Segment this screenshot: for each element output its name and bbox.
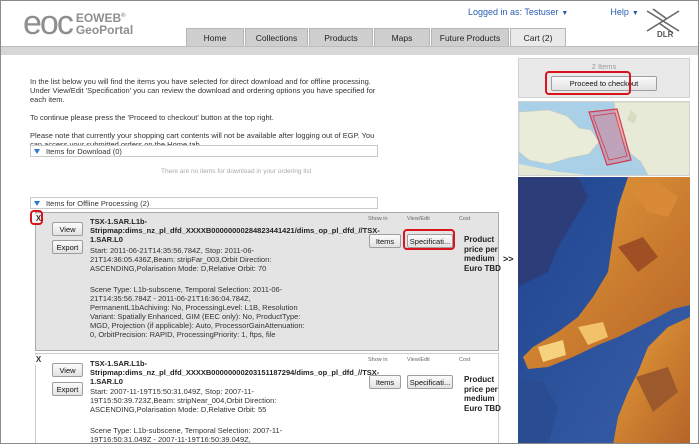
col-view-edit: View/Edit — [407, 357, 430, 363]
items-button[interactable]: Items — [369, 375, 401, 389]
intro-p1: In the list below you will find the item… — [30, 77, 376, 104]
items-button[interactable]: Items — [369, 234, 401, 248]
header-divider — [1, 46, 698, 55]
logged-in-label: Logged in as: Testuser — [468, 7, 559, 17]
overview-map[interactable] — [518, 101, 690, 176]
quicklook-image[interactable] — [518, 177, 690, 443]
col-show-in: Show in — [368, 216, 388, 222]
item-price: Product price per medium Euro TBD — [464, 235, 501, 273]
col-cost: Cost — [459, 357, 471, 363]
offline-section-label: Items for Offline Processing (2) — [46, 198, 150, 208]
logo-reg: ® — [121, 13, 126, 19]
tab-products[interactable]: Products — [309, 28, 373, 46]
item-options: Scene Type: L1b-subscene, Temporal Selec… — [90, 426, 283, 444]
intro-p2: To continue please press the 'Proceed to… — [30, 113, 274, 122]
view-button[interactable]: View — [52, 363, 83, 377]
item-options: Scene Type: L1b-subscene, Temporal Selec… — [90, 285, 305, 339]
offline-section-toggle[interactable]: Items for Offline Processing (2) — [30, 197, 378, 209]
export-button[interactable]: Export — [52, 240, 83, 254]
col-view-edit: View/Edit — [407, 216, 430, 222]
download-section-toggle[interactable]: Items for Download (0) — [30, 145, 378, 157]
tab-label: Home — [203, 32, 227, 43]
logo-text: EOWEB® GeoPortal — [76, 10, 133, 36]
item-details: Start: 2007-11-19T15:50:31.049Z, Stop: 2… — [90, 387, 277, 414]
logged-in-menu[interactable]: Logged in as: Testuser ▼ — [468, 7, 568, 17]
item-details: Start: 2011-06-21T14:35:56.784Z, Stop: 2… — [90, 246, 272, 273]
app-window: eoc EOWEB® GeoPortal Logged in as: Testu… — [0, 0, 699, 444]
tab-cart[interactable]: Cart (2) — [510, 28, 566, 46]
item-count: 2 Items — [591, 62, 617, 71]
expand-panel-button[interactable]: >> — [503, 254, 514, 264]
tab-future-products[interactable]: Future Products — [431, 28, 509, 46]
cart-summary: 2 Items Proceed to checkout — [518, 58, 690, 98]
help-menu[interactable]: Help ▼ — [610, 7, 638, 17]
specification-button[interactable]: Specificati... — [407, 375, 453, 389]
view-button[interactable]: View — [52, 222, 83, 236]
tab-label: Future Products — [439, 32, 501, 43]
cart-item: X View Export TSX-1.SAR.L1b-Stripmap:dim… — [34, 353, 501, 444]
dlr-text: DLR — [657, 30, 674, 39]
chevron-down-icon: ▼ — [561, 10, 569, 17]
cart-item: X View Export TSX-1.SAR.L1b-Stripmap:dim… — [34, 212, 501, 351]
specification-button[interactable]: Specificati... — [407, 234, 453, 248]
item-title: TSX-1.SAR.L1b-Stripmap:dims_nz_pl_dfd_XX… — [90, 217, 380, 244]
export-button[interactable]: Export — [52, 382, 83, 396]
chevron-down-icon: ▼ — [631, 10, 639, 17]
proceed-to-checkout-button[interactable]: Proceed to checkout — [551, 76, 657, 91]
tab-maps[interactable]: Maps — [374, 28, 430, 46]
satellite-graphic — [518, 177, 690, 443]
tab-home[interactable]: Home — [186, 28, 244, 46]
top-links: Logged in as: Testuser ▼ Help ▼ — [468, 7, 639, 17]
header: eoc EOWEB® GeoPortal Logged in as: Testu… — [1, 1, 698, 47]
remove-item-button[interactable]: X — [34, 214, 43, 224]
col-show-in: Show in — [368, 357, 388, 363]
logo-line2: GeoPortal — [75, 23, 134, 37]
download-empty-message: There are no items for download in your … — [161, 168, 312, 175]
expand-triangle-icon — [34, 200, 40, 206]
help-label: Help — [610, 7, 629, 17]
tab-label: Cart (2) — [523, 32, 553, 43]
main-nav: Home Collections Products Maps Future Pr… — [186, 28, 567, 46]
eoweb-logo[interactable]: eoc EOWEB® GeoPortal — [23, 4, 133, 42]
remove-item-button[interactable]: X — [34, 355, 43, 365]
expand-triangle-icon — [34, 148, 40, 154]
item-price: Product price per medium Euro TBD — [464, 375, 501, 413]
col-cost: Cost — [459, 216, 471, 222]
tab-label: Collections — [255, 32, 298, 43]
tab-label: Products — [324, 32, 358, 43]
item-title: TSX-1.SAR.L1b-Stripmap:dims_nz_pl_dfd_XX… — [90, 359, 380, 386]
download-section-label: Items for Download (0) — [46, 146, 122, 156]
logo-mark: eoc — [23, 4, 74, 42]
tab-collections[interactable]: Collections — [245, 28, 308, 46]
map-graphic — [519, 102, 689, 175]
tab-label: Maps — [391, 32, 413, 43]
